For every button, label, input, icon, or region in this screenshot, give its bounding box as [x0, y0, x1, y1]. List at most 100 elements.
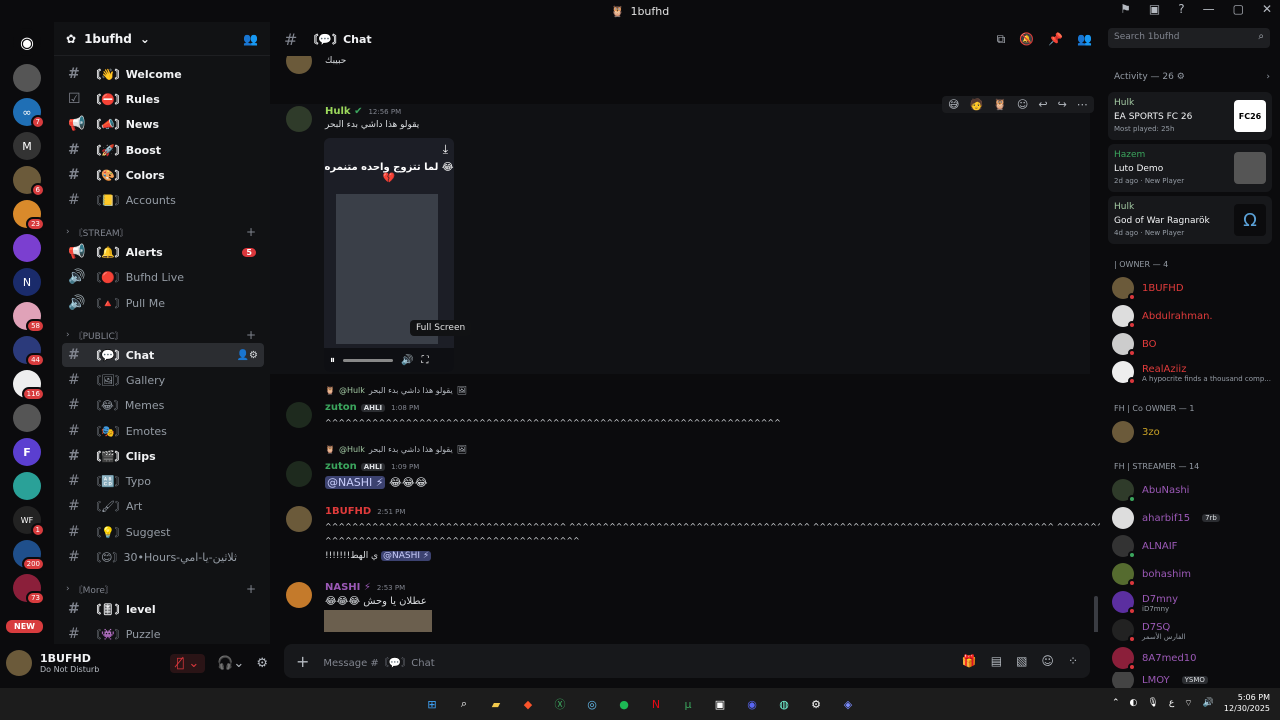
- app-icon[interactable]: ◈: [839, 695, 857, 713]
- new-badge[interactable]: NEW: [6, 620, 43, 633]
- user-mention[interactable]: @NASHI ⚡: [325, 476, 386, 489]
- minimize-icon[interactable]: —: [1203, 2, 1215, 16]
- gif-icon[interactable]: ▤: [991, 654, 1002, 668]
- help-icon[interactable]: ?: [1178, 2, 1184, 16]
- server-icon[interactable]: M: [13, 132, 41, 160]
- channel-boost[interactable]: # 〘🚀〙Boost: [62, 138, 264, 162]
- brave-icon[interactable]: ◆: [519, 695, 537, 713]
- spotify-icon[interactable]: ●: [615, 695, 633, 713]
- invite-icon[interactable]: 👥: [243, 32, 258, 46]
- member-item[interactable]: BO: [1112, 332, 1272, 357]
- server-icon[interactable]: 6: [13, 166, 45, 197]
- forward-icon[interactable]: ↪: [1058, 98, 1067, 111]
- utorrent-icon[interactable]: µ: [679, 695, 697, 713]
- headphones-icon[interactable]: 🎧⌄: [217, 656, 244, 671]
- add-reaction-icon[interactable]: ☺: [1017, 98, 1028, 111]
- emoji-icon[interactable]: ☺: [1041, 654, 1054, 668]
- bell-muted-icon[interactable]: 🔕: [1019, 32, 1034, 47]
- download-icon[interactable]: ⤓: [443, 142, 448, 157]
- app-tray-icon[interactable]: ◐: [1130, 698, 1138, 708]
- gift-icon[interactable]: 🎁: [962, 654, 977, 668]
- avatar[interactable]: [6, 650, 32, 676]
- apps-icon[interactable]: ⁘: [1068, 654, 1078, 668]
- threads-icon[interactable]: ⧉: [997, 32, 1006, 47]
- guild-header[interactable]: ✿ 1bufhd ⌄ 👥: [54, 22, 270, 56]
- xbox-icon[interactable]: Ⓧ: [551, 695, 569, 713]
- server-icon[interactable]: WF 1: [13, 506, 45, 537]
- server-icon[interactable]: 200: [13, 540, 45, 571]
- maximize-icon[interactable]: ▢: [1233, 2, 1244, 16]
- wifi-icon[interactable]: ⌔: [1184, 698, 1192, 709]
- channel-puzzle[interactable]: # 〘👾〙Puzzle: [62, 622, 264, 646]
- channel-colors[interactable]: # 〘🎨〙Colors: [62, 163, 264, 187]
- add-channel-icon[interactable]: +: [246, 225, 256, 239]
- members-icon[interactable]: 👥: [1077, 32, 1092, 47]
- microphone-icon[interactable]: 🎙: [1147, 698, 1158, 708]
- server-icon[interactable]: F: [13, 438, 41, 466]
- channel-accounts[interactable]: # 〘📒〙Accounts: [62, 188, 264, 212]
- server-icon[interactable]: N: [13, 268, 41, 296]
- reply-preview[interactable]: 🦉 @Hulk يقولو هذا داشي بدء البحر 🖼: [325, 445, 467, 454]
- channel-pull-me[interactable]: 🔊 〘🔺〙Pull Me: [62, 291, 264, 315]
- server-icon[interactable]: 44: [13, 336, 45, 367]
- volume-icon[interactable]: 🔊: [401, 355, 413, 366]
- activity-card[interactable]: Hazem Luto Demo 2d ago · New Player: [1108, 144, 1272, 192]
- server-icon[interactable]: [13, 234, 41, 262]
- volume-icon[interactable]: 🔊: [1203, 698, 1214, 708]
- channel-alerts[interactable]: 📢 〘🔔〙Alerts 5: [62, 240, 264, 264]
- channel-memes[interactable]: # 〘😂〙Memes: [62, 393, 264, 417]
- member-item[interactable]: Abdulrahman.: [1112, 304, 1272, 329]
- server-icon[interactable]: [13, 472, 41, 500]
- activity-card[interactable]: Hulk God of War Ragnarök 4d ago · New Pl…: [1108, 196, 1272, 244]
- server-icon[interactable]: 23: [13, 200, 45, 231]
- search-input[interactable]: Search 1bufhd ⌕: [1108, 28, 1270, 48]
- app-icon[interactable]: ◍: [775, 695, 793, 713]
- member-item[interactable]: 3zo: [1112, 420, 1272, 444]
- channel-emotes[interactable]: # 〘🎭〙Emotes: [62, 419, 264, 443]
- discord-icon[interactable]: ◉: [743, 695, 761, 713]
- language-indicator[interactable]: ع: [1169, 698, 1174, 708]
- channel-chat[interactable]: # 〘💬〙Chat 👤⚙: [62, 343, 264, 367]
- channel-welcome[interactable]: # 〘👋〙Welcome: [62, 62, 264, 86]
- member-item[interactable]: ALNAIF: [1112, 534, 1272, 559]
- member-item[interactable]: 1BUFHD: [1112, 276, 1272, 301]
- member-item[interactable]: RealAziiz A hypocrite finds a thousand co…: [1112, 360, 1272, 385]
- channel-30-hours[interactable]: # 〘😊〙30•Hours-ثلاثين-يا-امي: [62, 545, 264, 569]
- reaction-icon[interactable]: 🦉: [993, 98, 1007, 111]
- reply-icon[interactable]: ↩: [1038, 98, 1047, 111]
- add-channel-icon[interactable]: +: [246, 582, 256, 596]
- more-icon[interactable]: ⋯: [1077, 98, 1088, 111]
- mic-muted-icon[interactable]: 🎙̸ ⌄: [170, 653, 206, 673]
- category-public[interactable]: › 〘PUBLIC〙 +: [66, 327, 256, 343]
- pin-icon[interactable]: 📌: [1048, 32, 1063, 47]
- channel-settings-icon[interactable]: 👤⚙: [237, 350, 258, 361]
- gear-icon[interactable]: ⚙: [256, 656, 268, 671]
- category-more[interactable]: › 〘More〙 +: [66, 581, 256, 597]
- member-item[interactable]: AbuNashi: [1112, 478, 1272, 503]
- steam-icon[interactable]: ◎: [583, 695, 601, 713]
- member-item[interactable]: LMOY YSMO: [1112, 672, 1272, 688]
- discord-home-icon[interactable]: ◉: [13, 28, 41, 56]
- server-icon[interactable]: ∞ 7: [13, 98, 45, 129]
- reaction-icon[interactable]: 🧑: [969, 98, 983, 111]
- message-composer[interactable]: + Message #〘💬〙Chat 🎁 ▤ ▧ ☺ ⁘: [284, 644, 1090, 678]
- windows-start-icon[interactable]: ⊞: [423, 695, 441, 713]
- fullscreen-icon[interactable]: ⛶: [421, 355, 428, 366]
- activity-card[interactable]: Hulk EA SPORTS FC 26 Most played: 25h FC…: [1108, 92, 1272, 140]
- search-icon[interactable]: ⌕: [455, 695, 473, 713]
- channel-bufhd-live[interactable]: 🔊 〘🔴〙Bufhd Live: [62, 265, 264, 289]
- channel-typo[interactable]: # 〘🔠〙Typo: [62, 469, 264, 493]
- screen-icon[interactable]: ▣: [1149, 2, 1160, 16]
- member-item[interactable]: D7mny iD7mny: [1112, 590, 1272, 615]
- scrollbar[interactable]: [1094, 596, 1098, 632]
- pause-icon[interactable]: ⏸: [330, 355, 335, 366]
- reaction-icon[interactable]: 😅: [948, 98, 959, 111]
- add-attachment-icon[interactable]: +: [296, 652, 309, 671]
- inbox-icon[interactable]: ⚑: [1120, 2, 1131, 16]
- user-mention[interactable]: @NASHI ⚡: [380, 551, 432, 561]
- server-icon[interactable]: 58: [13, 302, 45, 333]
- server-icon[interactable]: [13, 404, 41, 432]
- close-icon[interactable]: ✕: [1262, 2, 1272, 16]
- channel-clips[interactable]: # 〘🎬〙Clips: [62, 444, 264, 468]
- channel-suggest[interactable]: # 〘💡〙Suggest: [62, 520, 264, 544]
